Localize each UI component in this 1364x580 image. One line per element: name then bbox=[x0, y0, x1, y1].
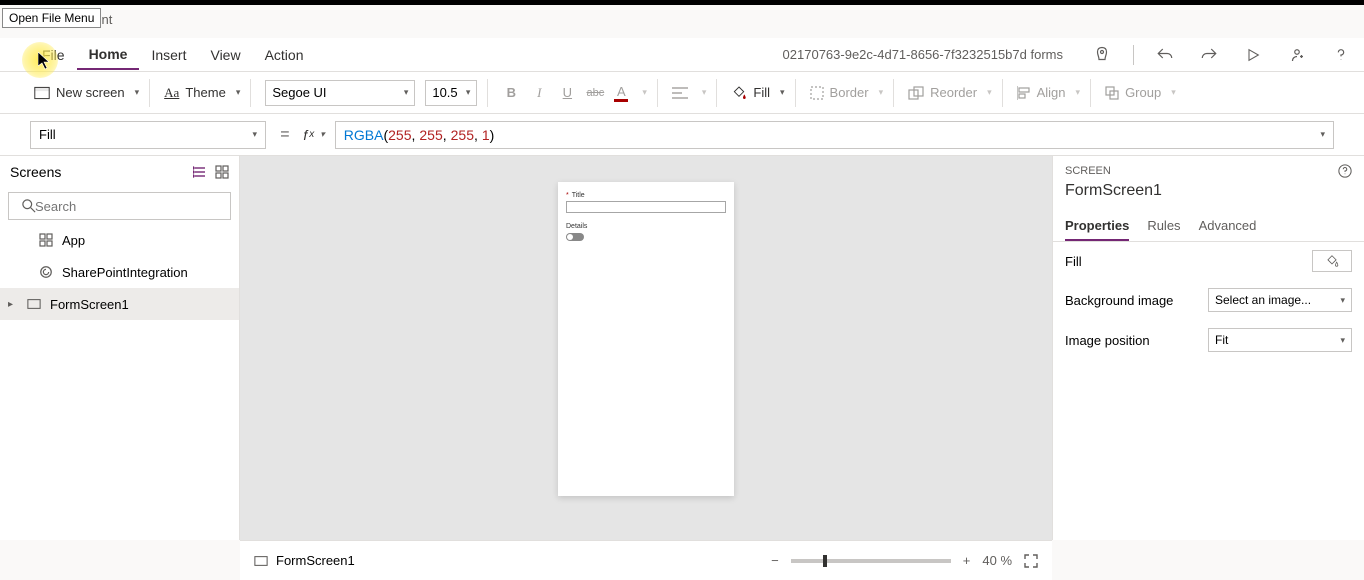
prop-bgimage-select[interactable]: Select an image...▾ bbox=[1208, 288, 1352, 312]
props-tab-rules[interactable]: Rules bbox=[1147, 212, 1180, 241]
form-artboard[interactable]: *Title Details bbox=[558, 182, 734, 496]
new-screen-label: New screen bbox=[56, 85, 125, 100]
prop-fill-label: Fill bbox=[1065, 254, 1082, 269]
fill-button[interactable]: Fill▾ bbox=[731, 85, 784, 101]
props-help-icon[interactable] bbox=[1338, 164, 1352, 178]
fit-to-window-icon[interactable] bbox=[1024, 554, 1038, 568]
reorder-label: Reorder bbox=[930, 85, 977, 100]
props-tab-advanced[interactable]: Advanced bbox=[1199, 212, 1257, 241]
tab-view[interactable]: View bbox=[198, 41, 252, 69]
tree-search-input[interactable] bbox=[8, 192, 231, 220]
border-label: Border bbox=[830, 85, 869, 100]
play-icon[interactable] bbox=[1240, 42, 1266, 68]
tree-item-app[interactable]: App bbox=[0, 224, 239, 256]
tree-title: Screens bbox=[10, 164, 61, 180]
status-screen-icon bbox=[254, 555, 268, 567]
fx-icon[interactable]: fx▾ bbox=[303, 127, 324, 143]
form-title-input[interactable] bbox=[566, 201, 726, 213]
search-icon bbox=[22, 199, 36, 213]
zoom-slider[interactable] bbox=[791, 559, 951, 563]
help-icon[interactable] bbox=[1328, 42, 1354, 68]
property-select[interactable]: Fill▾ bbox=[30, 121, 266, 149]
prop-imgpos-label: Image position bbox=[1065, 333, 1150, 348]
theme-label: Theme bbox=[185, 85, 225, 100]
document-title: 02170763-9e2c-4d71-8656-7f3232515b7d for… bbox=[783, 47, 1063, 62]
font-size-select[interactable]: 10.5▾ bbox=[425, 80, 477, 106]
canvas-area[interactable]: *Title Details bbox=[240, 156, 1052, 540]
tree-item-label: App bbox=[62, 233, 85, 248]
prop-fill-swatch[interactable] bbox=[1312, 250, 1352, 272]
new-screen-button[interactable]: New screen▾ bbox=[34, 85, 139, 100]
zoom-value: 40 bbox=[982, 553, 996, 568]
theme-button[interactable]: Aa Theme▾ bbox=[164, 85, 240, 101]
share-icon[interactable] bbox=[1284, 42, 1310, 68]
font-select[interactable]: Segoe UI▾ bbox=[265, 80, 415, 106]
underline-button[interactable]: U bbox=[558, 85, 576, 100]
align-label: Align bbox=[1037, 85, 1066, 100]
tree-item-formscreen1[interactable]: ▸ FormScreen1 bbox=[0, 288, 239, 320]
tree-item-label: FormScreen1 bbox=[50, 297, 129, 312]
undo-icon[interactable] bbox=[1152, 42, 1178, 68]
bold-button[interactable]: B bbox=[502, 85, 520, 100]
props-category: SCREEN bbox=[1065, 165, 1111, 177]
prop-bgimage-label: Background image bbox=[1065, 293, 1173, 308]
app-icon bbox=[38, 233, 54, 247]
tab-file[interactable]: File bbox=[30, 41, 77, 69]
border-button[interactable]: Border▾ bbox=[810, 85, 884, 100]
form-title-label: Title bbox=[572, 192, 585, 199]
tab-insert[interactable]: Insert bbox=[139, 41, 198, 69]
formula-fn: RGBA bbox=[344, 127, 384, 143]
group-button[interactable]: Group▾ bbox=[1105, 85, 1176, 100]
text-align-button[interactable] bbox=[672, 86, 688, 100]
redo-icon[interactable] bbox=[1196, 42, 1222, 68]
tab-home[interactable]: Home bbox=[77, 40, 140, 70]
group-label: Group bbox=[1125, 85, 1161, 100]
form-details-toggle[interactable] bbox=[566, 233, 584, 241]
props-object-name: FormScreen1 bbox=[1065, 182, 1352, 200]
formula-bar[interactable]: RGBA(255,255,255,1) ▾ bbox=[335, 121, 1334, 149]
align-button[interactable]: Align▾ bbox=[1017, 85, 1080, 100]
status-screen-name: FormScreen1 bbox=[276, 553, 355, 568]
tree-item-sharepoint-integration[interactable]: SharePointIntegration bbox=[0, 256, 239, 288]
fill-label: Fill bbox=[753, 85, 770, 100]
zoom-out-button[interactable]: − bbox=[771, 553, 779, 568]
font-size-value: 10.5 bbox=[432, 85, 457, 100]
props-tab-properties[interactable]: Properties bbox=[1065, 212, 1129, 241]
screen-icon bbox=[26, 298, 42, 310]
reorder-button[interactable]: Reorder▾ bbox=[908, 85, 992, 100]
font-color-button[interactable]: A bbox=[614, 84, 628, 102]
property-value: Fill bbox=[39, 127, 56, 142]
tab-action[interactable]: Action bbox=[253, 41, 316, 69]
font-value: Segoe UI bbox=[272, 85, 326, 100]
strikethrough-button[interactable]: abc bbox=[586, 87, 604, 99]
app-checker-icon[interactable] bbox=[1089, 42, 1115, 68]
prop-imgpos-select[interactable]: Fit▾ bbox=[1208, 328, 1352, 352]
tree-list-view-icon[interactable] bbox=[193, 165, 207, 179]
zoom-in-button[interactable]: + bbox=[963, 553, 971, 568]
tree-grid-view-icon[interactable] bbox=[215, 165, 229, 179]
equals-label: = bbox=[276, 126, 293, 144]
file-menu-tooltip: Open File Menu bbox=[2, 8, 101, 28]
tree-item-label: SharePointIntegration bbox=[62, 265, 188, 280]
italic-button[interactable]: I bbox=[530, 85, 548, 101]
integration-icon bbox=[38, 265, 54, 279]
form-details-label: Details bbox=[566, 223, 587, 230]
